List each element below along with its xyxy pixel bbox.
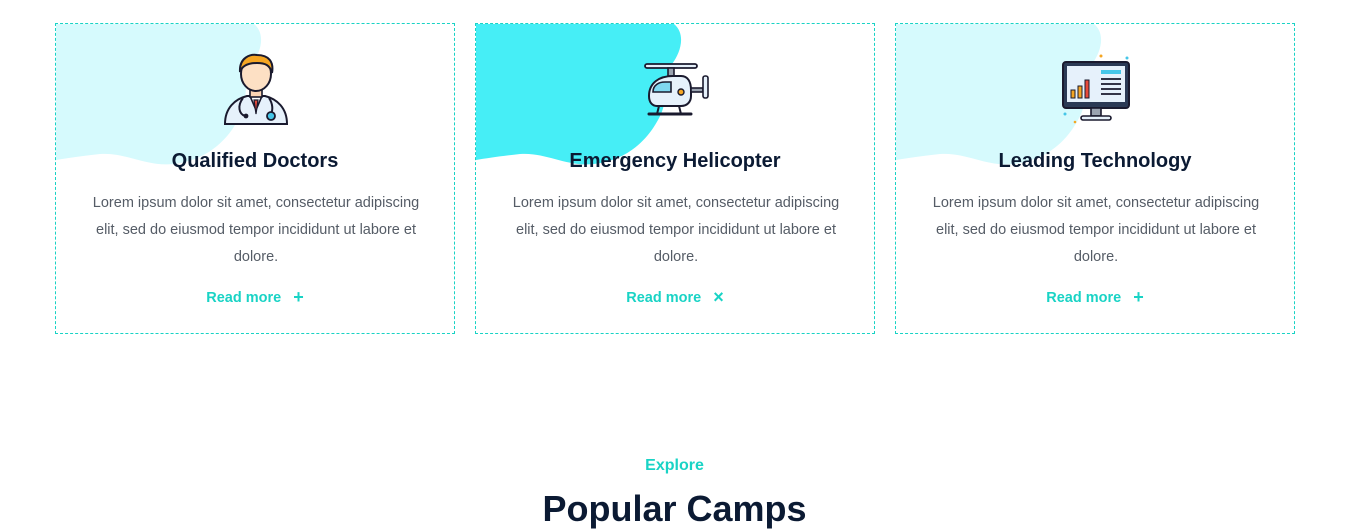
read-more-link[interactable]: Read more +: [896, 287, 1294, 308]
read-more-label: Read more: [626, 290, 702, 306]
feature-card-qualified-doctors: Qualified Doctors Lorem ipsum dolor sit …: [55, 23, 455, 334]
card-description: Lorem ipsum dolor sit amet, consectetur …: [92, 195, 420, 265]
read-more-link[interactable]: Read more +: [56, 287, 454, 308]
section-title: Popular Camps: [542, 488, 807, 529]
feature-cards: Qualified Doctors Lorem ipsum dolor sit …: [55, 23, 1295, 334]
close-icon: ×: [713, 287, 724, 307]
card-title: Emergency Helicopter: [569, 150, 781, 172]
card-title: Leading Technology: [998, 150, 1192, 172]
feature-card-leading-technology: Leading Technology Lorem ipsum dolor sit…: [895, 23, 1295, 334]
read-more-label: Read more: [1046, 290, 1122, 306]
read-more-label: Read more: [206, 290, 282, 306]
card-description: Lorem ipsum dolor sit amet, consectetur …: [512, 195, 840, 265]
plus-icon: +: [293, 287, 304, 307]
read-more-link[interactable]: Read more ×: [476, 287, 874, 308]
section-eyebrow: Explore: [645, 457, 704, 474]
card-title: Qualified Doctors: [171, 150, 339, 172]
feature-card-emergency-helicopter: Emergency Helicopter Lorem ipsum dolor s…: [475, 23, 875, 334]
helicopter-icon: [641, 52, 711, 126]
monitor-chart-icon: [1061, 52, 1131, 126]
plus-icon: +: [1133, 287, 1144, 307]
card-description: Lorem ipsum dolor sit amet, consectetur …: [932, 195, 1260, 265]
doctor-icon: [221, 52, 291, 126]
